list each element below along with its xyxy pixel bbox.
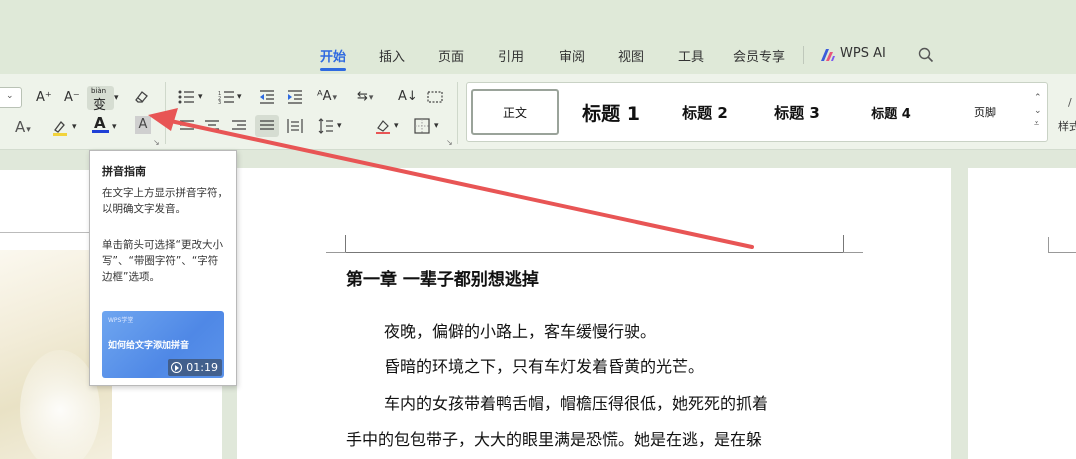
align-center-icon[interactable]	[205, 120, 219, 132]
justify-icon	[260, 120, 274, 130]
decrease-indent-icon[interactable]	[259, 90, 275, 104]
tooltip-description: 在文字上方显示拼音字符，以明确文字发音。	[102, 187, 228, 215]
page-main	[237, 168, 951, 459]
styles-gallery-scroll[interactable]: ⌃ ⌄ ⩡	[1034, 92, 1042, 131]
header-mark-left	[345, 235, 346, 253]
increase-indent-icon[interactable]	[287, 90, 303, 104]
tooltip-video[interactable]: WPS学堂 如何给文字添加拼音 01:19	[102, 311, 224, 378]
page-header-line	[1048, 252, 1076, 253]
tooltip-title: 拼音指南	[102, 165, 146, 178]
justify-button[interactable]	[255, 115, 279, 137]
chevron-down-icon[interactable]: ▾	[434, 117, 439, 135]
style-label: 标题 3	[774, 103, 820, 122]
style-heading-3[interactable]: 标题 3	[753, 83, 841, 141]
align-left-icon[interactable]	[180, 120, 194, 132]
ribbon: ⌄ A⁺ A⁻ biàn 变 ▾ A▾ ▾ A ▾ A ↘ ▾ 123 ▾ ᴬA…	[0, 74, 1076, 150]
video-brand: WPS学堂	[108, 317, 134, 324]
styles-gallery: 正文 标题 1 标题 2 标题 3 标题 4 页脚	[466, 82, 1048, 142]
distributed-icon[interactable]	[287, 118, 303, 134]
shrink-font-button[interactable]: A⁻	[64, 89, 80, 107]
wps-ai-icon	[821, 49, 835, 61]
video-duration-badge: 01:19	[168, 359, 222, 376]
phonetic-guide-dropdown-icon[interactable]: ▾	[114, 89, 119, 107]
tab-review[interactable]: 审阅	[559, 46, 585, 65]
text-direction-icon[interactable]: ⇆▾	[357, 88, 373, 107]
font-dialog-launcher-icon[interactable]: ↘	[153, 138, 160, 147]
doc-paragraph[interactable]: 夜晚，偏僻的小路上，客车缓慢行驶。	[384, 318, 656, 342]
chevron-down-icon: ⌄	[6, 91, 14, 101]
chevron-down-icon[interactable]: ▾	[394, 117, 399, 135]
text-effect-icon[interactable]: A▾	[15, 118, 31, 139]
style-heading-4[interactable]: 标题 4	[847, 83, 935, 141]
play-icon	[171, 362, 183, 373]
style-heading-2[interactable]: 标题 2	[661, 83, 749, 141]
svg-text:3: 3	[218, 100, 221, 104]
video-duration: 01:19	[186, 361, 218, 374]
grow-font-button[interactable]: A⁺	[36, 89, 52, 107]
style-label: 正文	[502, 105, 527, 120]
chevron-down-icon[interactable]: ▾	[198, 88, 203, 106]
more-icon: /	[1068, 96, 1072, 109]
video-title: 如何给文字添加拼音	[108, 341, 190, 351]
tab-references[interactable]: 引用	[498, 46, 524, 65]
style-normal[interactable]: 正文	[471, 89, 559, 135]
active-tab-indicator	[320, 68, 346, 71]
tab-tools[interactable]: 工具	[678, 46, 704, 65]
tab-wps-ai[interactable]: WPS AI	[840, 46, 886, 61]
paragraph-dialog-launcher-icon[interactable]: ↘	[446, 138, 453, 147]
tab-home[interactable]: 开始	[320, 46, 346, 65]
doc-paragraph[interactable]: 手中的包包带子，大大的眼里满是恐慌。她是在逃，是在躲	[346, 426, 762, 450]
phonetic-guide-tooltip: 拼音指南 在文字上方显示拼音字符，以明确文字发音。 单击箭头可选择“更改大小写”…	[89, 150, 237, 386]
tab-view[interactable]: 视图	[618, 46, 644, 65]
tab-page[interactable]: 页面	[438, 46, 464, 65]
chevron-down-icon[interactable]: ▾	[72, 118, 77, 136]
style-label: 标题 1	[582, 102, 640, 125]
ribbon-separator	[457, 82, 458, 144]
show-marks-icon[interactable]	[427, 90, 443, 104]
style-footer[interactable]: 页脚	[941, 83, 1029, 141]
doc-paragraph[interactable]: 昏暗的环境之下，只有车灯发着昏黄的光芒。	[384, 353, 704, 377]
tooltip-note: 单击箭头可选择“更改大小写”、“带圈字符”、“字符边框”选项。	[102, 239, 223, 283]
tab-separator	[803, 46, 804, 64]
chapter-title[interactable]: 第一章 一辈子都别想逃掉	[346, 265, 539, 290]
chevron-down-icon[interactable]: ▾	[237, 88, 242, 106]
style-panel-button[interactable]: 样式	[1058, 118, 1076, 136]
character-shading-icon[interactable]: A	[135, 116, 151, 134]
phonetic-guide-button[interactable]: biàn 变	[87, 86, 114, 113]
eraser-icon[interactable]	[133, 89, 149, 105]
page-header-line	[345, 252, 845, 253]
ribbon-separator	[165, 82, 166, 144]
phonetic-guide-glyph: 变	[93, 98, 107, 113]
page-right	[968, 168, 1076, 459]
borders-icon[interactable]	[414, 118, 430, 134]
doc-paragraph[interactable]: 车内的女孩带着鸭舌帽，帽檐压得很低，她死死的抓着	[384, 390, 768, 414]
tab-bar: 开始 插入 页面 引用 审阅 视图 工具 会员专享 WPS AI	[0, 0, 1076, 74]
chevron-down-icon[interactable]: ▾	[337, 117, 342, 135]
style-label: 标题 2	[682, 103, 728, 122]
align-right-icon[interactable]	[232, 120, 246, 132]
header-mark-right	[843, 235, 844, 253]
chevron-down-icon[interactable]: ▾	[112, 118, 117, 136]
sort-icon[interactable]: A↓	[398, 88, 418, 106]
change-case-icon[interactable]: ᴬA▾	[317, 88, 337, 107]
font-color-bar	[92, 130, 109, 133]
page-header-mark	[1048, 237, 1049, 253]
header-mark-right-tick	[843, 252, 863, 253]
numbered-list-icon[interactable]: 123	[218, 90, 236, 104]
bullet-list-icon[interactable]	[178, 90, 196, 104]
line-spacing-icon[interactable]	[318, 118, 334, 134]
highlight-icon[interactable]	[51, 118, 69, 136]
tab-insert[interactable]: 插入	[379, 46, 405, 65]
style-label: 标题 4	[871, 106, 911, 122]
header-mark-left-tick	[326, 252, 346, 253]
style-label: 页脚	[974, 106, 996, 119]
tab-member[interactable]: 会员专享	[733, 46, 785, 65]
search-icon[interactable]	[918, 47, 934, 63]
font-size-dropdown[interactable]: ⌄	[0, 87, 22, 108]
shading-icon[interactable]	[374, 118, 392, 134]
style-heading-1[interactable]: 标题 1	[567, 83, 655, 141]
